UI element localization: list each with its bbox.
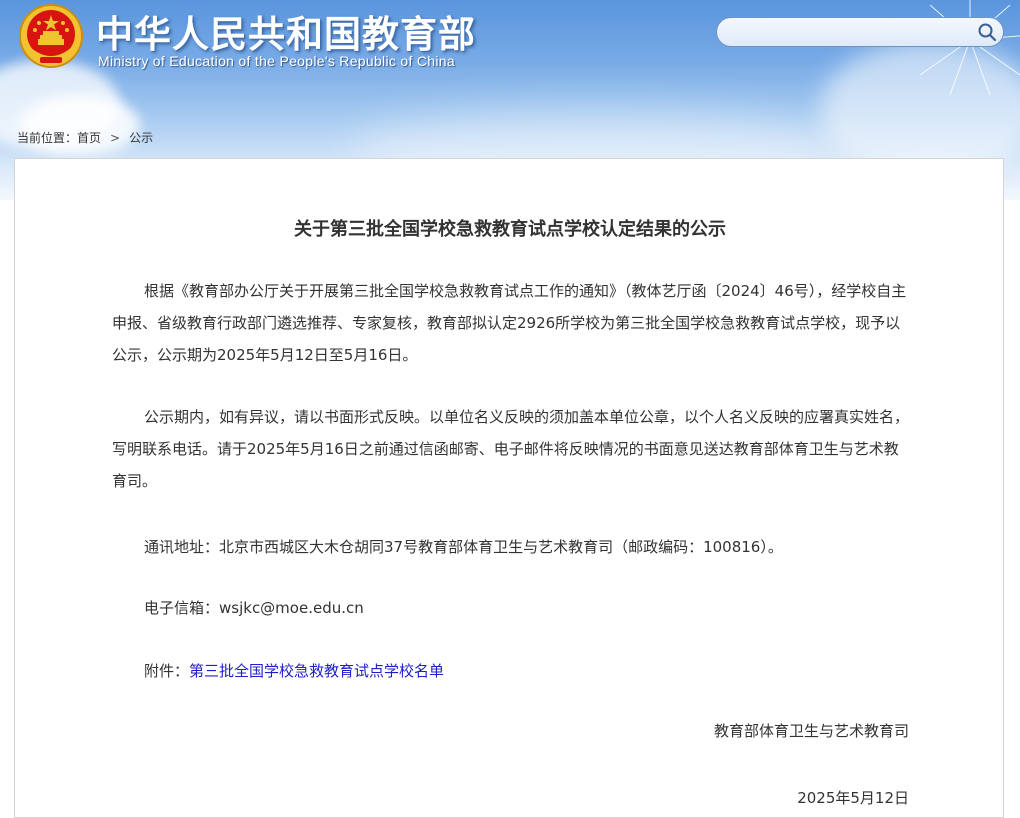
search-box	[716, 17, 1004, 47]
article-date: 2025年5月12日	[797, 789, 909, 807]
site-subtitle: Ministry of Education of the People's Re…	[98, 53, 455, 69]
attachment-label: 附件：	[144, 662, 190, 680]
article-paragraph-1: 根据《教育部办公厅关于开展第三批全国学校急救教育试点工作的通知》（教体艺厅函〔2…	[112, 282, 907, 364]
article-email: 电子信箱：wsjkc@moe.edu.cn	[144, 599, 364, 617]
site-title[interactable]: 中华人民共和国教育部	[96, 4, 476, 58]
article-container: 关于第三批全国学校急救教育试点学校认定结果的公示 根据《教育部办公厅关于开展第三…	[14, 158, 1004, 818]
article-paragraph-2: 公示期内，如有异议，请以书面形式反映。以单位名义反映的须加盖本单位公章，以个人名…	[112, 408, 910, 490]
national-emblem-icon[interactable]	[18, 3, 84, 69]
breadcrumb-current-link[interactable]: 公示	[129, 131, 153, 145]
search-icon[interactable]	[977, 22, 997, 42]
article-signature: 教育部体育卫生与艺术教育司	[713, 722, 909, 740]
article-title: 关于第三批全国学校急救教育试点学校认定结果的公示	[294, 219, 726, 240]
breadcrumb: 当前位置：首页 > 公示	[17, 129, 153, 146]
breadcrumb-separator: >	[110, 131, 121, 145]
cloud-decoration	[20, 95, 140, 155]
breadcrumb-prefix: 当前位置：	[17, 131, 78, 145]
breadcrumb-home-link[interactable]: 首页	[77, 131, 101, 145]
article-attachment: 附件：第三批全国学校急救教育试点学校名单	[112, 655, 912, 687]
attachment-link[interactable]: 第三批全国学校急救教育试点学校名单	[189, 662, 444, 680]
search-input[interactable]	[729, 22, 973, 44]
article-address: 通讯地址：北京市西城区大木仓胡同37号教育部体育卫生与艺术教育司（邮政编码：10…	[144, 538, 783, 556]
